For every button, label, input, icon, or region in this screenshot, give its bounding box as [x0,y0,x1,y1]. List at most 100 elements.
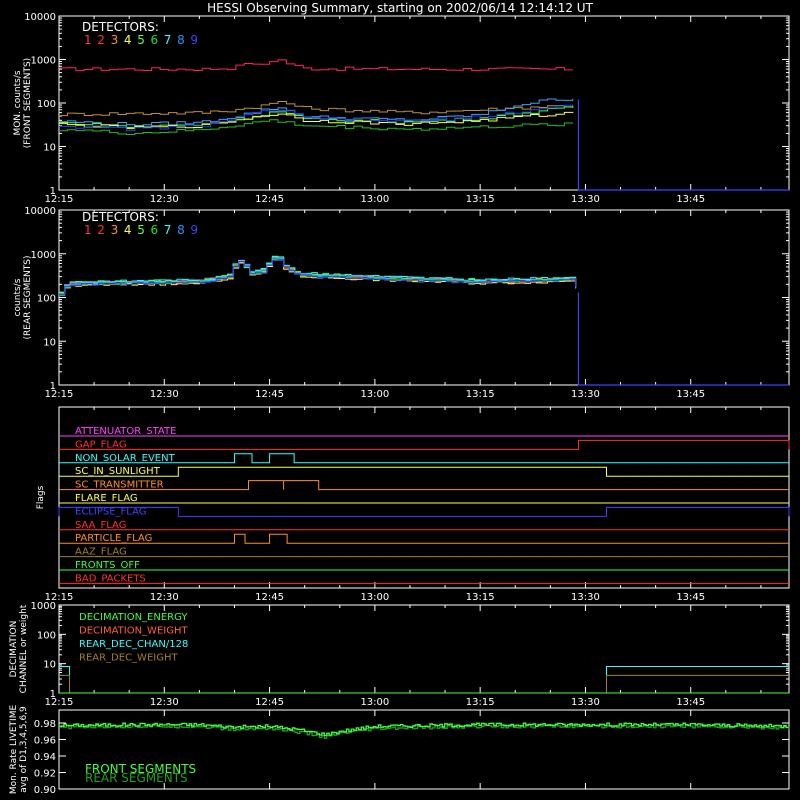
decimation-legend-item: REAR_DEC_WEIGHT [79,653,178,664]
flag-trace [59,439,790,450]
legend-detector-8: 8 [177,33,185,47]
legend-detector-4: 4 [124,223,132,237]
y-axis-label-line: CHANNEL or weight [19,604,29,693]
legend-detector-8: 8 [177,223,185,237]
rear-y-label: counts/s (REAR SEGMENTS) [13,255,33,339]
decimation-legend: DECIMATION_ENERGY DECIMATION_WEIGHT REAR_D… [79,612,188,664]
y-tick-label: 100 [37,99,56,110]
flag-row: NON_SOLAR_EVENT [59,453,789,464]
y-tick-label: 10 [43,660,56,671]
flag-trace [59,480,789,491]
flag-trace [58,506,790,517]
decimation-legend-item: DECIMATION_WEIGHT [79,626,188,637]
legend-detector-1: 1 [84,223,92,237]
flag-label: SC_IN_SUNLIGHT [75,466,161,477]
time-tick-label: 13:15 [466,389,495,400]
front-legend: DETECTORS:1 2 3 4 5 6 7 8 9 [82,20,198,47]
flag-label: SC_TRANSMITTER [75,480,164,491]
legend-title: DETECTORS: [82,20,159,34]
flag-row: SC_IN_SUNLIGHT [59,466,789,477]
time-tick-label: 12:45 [255,194,284,205]
y-tick-label: 0.90 [34,785,56,796]
rear-time-axis: 12:15 12:30 12:45 13:00 13:15 13:30 13:45 [45,210,762,400]
flag-label: FLARE_FLAG [75,493,138,504]
flag-label: ATTENUATOR_STATE [75,426,176,437]
front-series-3 [59,101,574,117]
flag-row: ECLIPSE_FLAG [58,506,790,517]
rear-legend: DETECTORS:1 2 3 4 5 6 7 8 9 [82,210,198,237]
y-axis-label-line: Mon. Rate LIVETIME [9,705,19,795]
flag-row: SC_TRANSMITTER [59,480,789,491]
time-tick-label: 12:45 [255,389,284,400]
legend-detector-6: 6 [151,33,159,47]
legend-detector-3: 3 [111,223,119,237]
y-tick-label: 0.94 [34,752,56,763]
legend-detector-9: 9 [190,33,198,47]
time-tick-label: 12:15 [45,194,74,205]
rear-series-detector-7 [59,256,577,293]
flag-row: BAD_PACKETS [59,573,789,584]
decimation-series [59,666,789,694]
y-axis-label-line: (FRONT SEGMENTS) [23,58,33,148]
front-series-1 [59,59,574,72]
legend-detector-5: 5 [137,33,145,47]
flag-row: SAA_FLAG [59,520,789,531]
livetime-series [59,722,790,737]
legend-detector-2: 2 [97,33,105,47]
flag-label: PARTICLE_FLAG [75,533,152,544]
decimation-legend-item: REAR_DEC_CHAN/128 [79,639,188,650]
time-tick-label: 12:15 [45,697,74,708]
front-y-label: MON. counts/s (FRONT SEGMENTS) [13,58,33,148]
y-tick-label: 10 [43,337,56,348]
y-tick-label: 100 [37,294,56,305]
flag-row: ATTENUATOR_STATE [59,426,789,437]
flag-label: BAD_PACKETS [75,573,146,584]
legend-title: DETECTORS: [82,210,159,224]
y-tick-label: 10 [43,143,56,154]
y-tick-label: 10000 [24,12,56,23]
time-tick-label: 13:30 [571,697,600,708]
time-tick-label: 13:30 [571,592,600,603]
flag-label: ECLIPSE_FLAG [75,506,146,517]
time-tick-label: 13:00 [360,592,389,603]
flag-trace [59,466,789,477]
flag-label: AAZ_FLAG [75,547,127,558]
livetime-legend-item: REAR SEGMENTS [85,771,188,785]
y-tick-label: 1000 [31,250,56,261]
time-tick-label: 13:45 [676,697,705,708]
flag-row: AAZ_FLAG [59,547,789,558]
flag-row: FRONTS_OFF [59,560,789,571]
y-tick-label: 100 [37,630,56,641]
livetime-legend: FRONT SEGMENTSREAR SEGMENTS [85,762,196,785]
legend-detector-7: 7 [164,223,172,237]
time-tick-label: 12:30 [150,389,179,400]
livetime-y-label: Mon. Rate LIVETIME avg of D1,3,4,5,6,9 [9,705,29,795]
y-tick-label: 0.92 [34,769,56,780]
time-tick-label: 12:30 [150,194,179,205]
legend-detector-4: 4 [124,33,132,47]
time-tick-label: 12:30 [150,697,179,708]
flags-y-label: Flags [36,485,46,509]
flag-row: PARTICLE_FLAG [59,533,789,544]
time-tick-label: 12:15 [45,389,74,400]
flag-label: NON_SOLAR_EVENT [75,453,176,464]
legend-detector-7: 7 [164,33,172,47]
rear-data-end-line [577,292,789,386]
observing-summary-chart: 1 10 100 1000 10000 12:15 12:30 12:45 13:00 13:15… [9,12,790,796]
flag-row: GAP_FLAG [59,439,790,450]
legend-detector-5: 5 [137,223,145,237]
decimation-legend-item: DECIMATION_ENERGY [79,612,188,623]
time-tick-label: 12:45 [255,592,284,603]
rear-series-detector-9 [59,259,577,296]
time-tick-label: 13:15 [466,592,495,603]
legend-detector-1: 1 [84,33,92,47]
flag-trace [59,533,789,544]
legend-detector-2: 2 [97,223,105,237]
time-tick-label: 12:30 [150,592,179,603]
flag-label: SAA_FLAG [75,520,126,531]
time-tick-label: 13:45 [676,194,705,205]
y-axis-label-line: Flags [36,485,46,509]
time-tick-label: 13:00 [360,389,389,400]
y-axis-label-line: counts/s [13,278,23,316]
time-tick-label: 13:15 [466,697,495,708]
